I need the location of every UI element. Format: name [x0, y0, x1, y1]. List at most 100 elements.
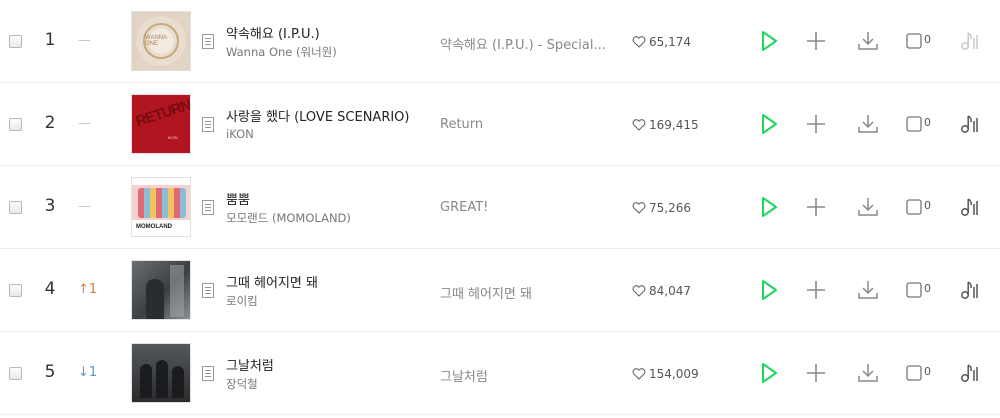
download-icon[interactable] [856, 112, 880, 136]
rank-number: 2 [44, 113, 56, 133]
cover-art: RETURN iKON [132, 95, 190, 153]
like-button[interactable]: 75,266 [632, 201, 691, 215]
rank-change: — [78, 33, 91, 48]
album-name[interactable]: 그날처럼 [440, 366, 615, 385]
like-count: 169,415 [649, 118, 699, 132]
artist-name[interactable]: 로이킴 [226, 293, 258, 309]
lyrics-icon[interactable] [202, 200, 214, 215]
play-icon[interactable] [757, 112, 781, 136]
row-checkbox[interactable] [9, 284, 22, 297]
music-video-icon[interactable] [958, 29, 982, 53]
video-count: 0 [924, 199, 931, 212]
album-cover[interactable] [131, 343, 191, 403]
video-count: 0 [924, 33, 931, 46]
video-button[interactable]: 0 [906, 278, 934, 302]
song-title[interactable]: 뿜뿜 [226, 189, 250, 208]
video-button[interactable]: 0 [906, 112, 934, 136]
row-checkbox[interactable] [9, 118, 22, 131]
heart-icon [632, 119, 646, 131]
song-title[interactable]: 그날처럼 [226, 355, 274, 374]
cover-art: RETURN [133, 96, 191, 131]
cover-art [138, 188, 186, 218]
rank-number: 1 [44, 30, 56, 50]
music-video-icon[interactable] [958, 278, 982, 302]
video-button[interactable]: 0 [906, 29, 934, 53]
cover-art [146, 279, 164, 319]
heart-icon [632, 285, 646, 297]
row-checkbox[interactable] [9, 35, 22, 48]
rank-change: — [78, 199, 91, 214]
chart-row: 2 — RETURN iKON 사랑을 했다 (LOVE SCENARIO) i… [0, 83, 1000, 166]
lyrics-icon[interactable] [202, 34, 214, 49]
cover-art [132, 261, 190, 319]
play-icon[interactable] [757, 29, 781, 53]
add-to-playlist-icon[interactable] [804, 29, 828, 53]
heart-icon [632, 202, 646, 214]
album-cover[interactable]: WANNA ONE [131, 11, 191, 71]
album-name[interactable]: 약속해요 (I.P.U.) - Special... [440, 34, 615, 53]
play-icon[interactable] [757, 195, 781, 219]
add-to-playlist-icon[interactable] [804, 195, 828, 219]
album-cover[interactable]: MOMOLAND [131, 177, 191, 237]
artist-name[interactable]: 모모랜드 (MOMOLAND) [226, 210, 351, 226]
heart-icon [632, 36, 646, 48]
chart-row: 4 ↑1 그때 헤어지면 돼 로이킴 그때 헤어지면 돼 84,047 0 [0, 249, 1000, 332]
music-video-icon[interactable] [958, 112, 982, 136]
like-count: 75,266 [649, 201, 691, 215]
like-count: 84,047 [649, 284, 691, 298]
album-name[interactable]: GREAT! [440, 200, 615, 215]
like-button[interactable]: 65,174 [632, 35, 691, 49]
row-checkbox[interactable] [9, 201, 22, 214]
add-to-playlist-icon[interactable] [804, 112, 828, 136]
video-icon [906, 116, 922, 132]
cover-art [140, 364, 152, 398]
row-checkbox[interactable] [9, 367, 22, 380]
video-icon [906, 365, 922, 381]
add-to-playlist-icon[interactable] [804, 278, 828, 302]
lyrics-icon[interactable] [202, 117, 214, 132]
add-to-playlist-icon[interactable] [804, 361, 828, 385]
cover-art: MOMOLAND [136, 224, 172, 230]
song-title[interactable]: 약속해요 (I.P.U.) [226, 23, 320, 42]
heart-icon [632, 368, 646, 380]
download-icon[interactable] [856, 361, 880, 385]
download-icon[interactable] [856, 195, 880, 219]
chart-row: 1 — WANNA ONE 약속해요 (I.P.U.) Wanna One (워… [0, 0, 1000, 83]
song-title[interactable]: 그때 헤어지면 돼 [226, 272, 318, 291]
artist-name[interactable]: 장덕철 [226, 376, 258, 392]
album-cover[interactable] [131, 260, 191, 320]
lyrics-icon[interactable] [202, 283, 214, 298]
like-button[interactable]: 154,009 [632, 367, 699, 381]
video-icon [906, 199, 922, 215]
rank-number: 4 [44, 279, 56, 299]
cover-art [172, 366, 184, 398]
video-icon [906, 282, 922, 298]
rank-number: 3 [44, 196, 56, 216]
download-icon[interactable] [856, 29, 880, 53]
music-video-icon[interactable] [958, 361, 982, 385]
play-icon[interactable] [757, 278, 781, 302]
album-cover[interactable]: RETURN iKON [131, 94, 191, 154]
like-count: 154,009 [649, 367, 699, 381]
song-title[interactable]: 사랑을 했다 (LOVE SCENARIO) [226, 106, 410, 125]
lyrics-icon[interactable] [202, 366, 214, 381]
download-icon[interactable] [856, 278, 880, 302]
cover-art: WANNA ONE [143, 23, 179, 59]
video-button[interactable]: 0 [906, 195, 934, 219]
album-name[interactable]: 그때 헤어지면 돼 [440, 283, 615, 302]
cover-art: WANNA ONE [132, 12, 190, 70]
album-name[interactable]: Return [440, 117, 615, 132]
cover-art [170, 265, 184, 317]
rank-change: ↓1 [78, 365, 98, 380]
music-video-icon[interactable] [958, 195, 982, 219]
video-icon [906, 33, 922, 49]
rank-change: ↑1 [78, 282, 98, 297]
cover-art [156, 360, 168, 398]
artist-name[interactable]: Wanna One (워너원) [226, 44, 337, 60]
video-button[interactable]: 0 [906, 361, 934, 385]
like-button[interactable]: 84,047 [632, 284, 691, 298]
play-icon[interactable] [757, 361, 781, 385]
like-button[interactable]: 169,415 [632, 118, 699, 132]
artist-name[interactable]: iKON [226, 127, 254, 141]
rank-change: — [78, 116, 91, 131]
